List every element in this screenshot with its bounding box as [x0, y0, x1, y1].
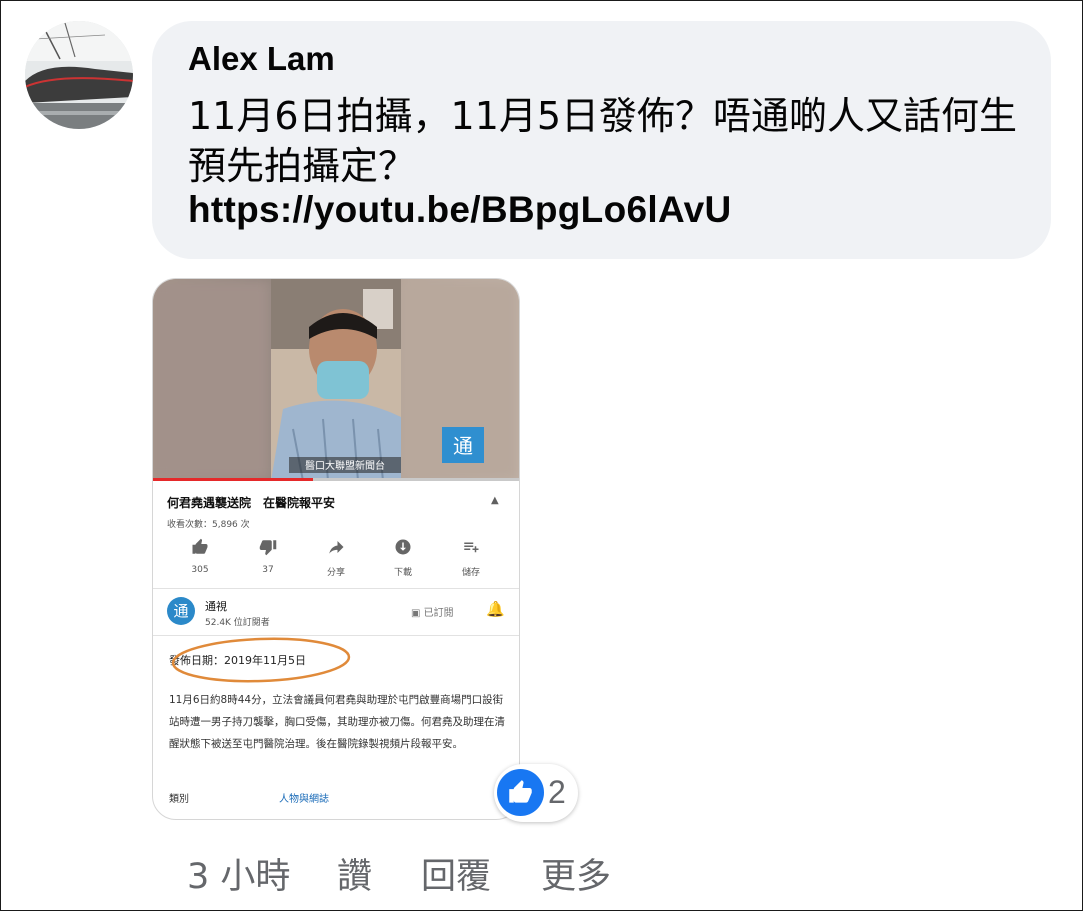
download-icon	[377, 537, 429, 565]
like-count: 305	[191, 565, 209, 575]
channel-logo-icon: 通	[167, 597, 195, 625]
reply-button[interactable]: 回覆	[421, 848, 491, 899]
comment-timestamp[interactable]: 3 小時	[187, 848, 290, 899]
channel-watermark-icon: 通	[453, 434, 473, 458]
comment-author[interactable]: Alex Lam	[188, 40, 335, 78]
like-action: 305	[174, 537, 226, 575]
save-playlist-icon	[445, 537, 497, 565]
thumbs-down-icon	[242, 537, 294, 565]
video-progress-bar[interactable]	[153, 478, 519, 481]
video-caption: 醫口大聯盟新聞台	[305, 459, 385, 472]
expand-caret-icon: ▲	[491, 495, 499, 506]
category-label: 類別	[169, 794, 189, 805]
dislike-count: 37	[262, 565, 274, 575]
video-description: 11月6日約8時44分，立法會議員何君堯與助理於屯門啟豐商場門口設街站時遭一男子…	[169, 694, 505, 750]
more-button[interactable]: 更多	[541, 848, 611, 899]
channel-name: 通視	[205, 600, 227, 613]
like-reaction-icon	[497, 769, 544, 816]
subscribed-status: ▣ 已訂閱	[411, 604, 454, 619]
comment-bubble: Alex Lam 11月6日拍攝，11月5日發佈？唔通啲人又話何生預先拍攝定？ …	[152, 21, 1051, 259]
reaction-count: 2	[548, 774, 566, 810]
share-label: 分享	[326, 568, 345, 578]
annotation-circle	[171, 637, 351, 683]
video-title: 何君堯遇襲送院 在醫院報平安	[167, 496, 336, 510]
like-button[interactable]: 讚	[337, 848, 372, 899]
dislike-action: 37	[242, 537, 294, 575]
channel-subscribers: 52.4K 位訂閱者	[205, 618, 270, 628]
bell-icon: 🔔	[486, 600, 505, 618]
reaction-summary[interactable]: 2	[494, 764, 578, 822]
divider	[153, 588, 519, 589]
avatar-train-image	[25, 21, 133, 129]
download-action: 下載	[377, 537, 429, 578]
video-thumbnail: 醫口大聯盟新聞台 通	[153, 279, 519, 481]
video-frame-image: 醫口大聯盟新聞台 通	[153, 279, 519, 481]
comment-link[interactable]: https://youtu.be/BBpgLo6lAvU	[188, 189, 732, 231]
video-actions: 305 37 分享 下載 儲存	[153, 537, 519, 589]
subscribed-icon: ▣	[411, 608, 424, 619]
video-views: 收看次數：5,896 次	[167, 520, 250, 530]
category-value: 人物與網誌	[279, 794, 329, 805]
save-label: 儲存	[461, 568, 480, 578]
save-action: 儲存	[445, 537, 497, 578]
comment-text: 11月6日拍攝，11月5日發佈？唔通啲人又話何生預先拍攝定？	[188, 94, 1018, 188]
thumbs-up-icon	[174, 537, 226, 565]
share-action: 分享	[310, 537, 362, 578]
share-icon	[310, 537, 362, 565]
subscribed-label: 已訂閱	[423, 608, 454, 619]
attached-image[interactable]: 醫口大聯盟新聞台 通 何君堯遇襲送院 在醫院報平安 ▲ 收看次數：5,896 次…	[152, 278, 520, 820]
avatar[interactable]	[25, 21, 133, 129]
video-progress-fill	[153, 478, 313, 481]
download-label: 下載	[393, 568, 412, 578]
